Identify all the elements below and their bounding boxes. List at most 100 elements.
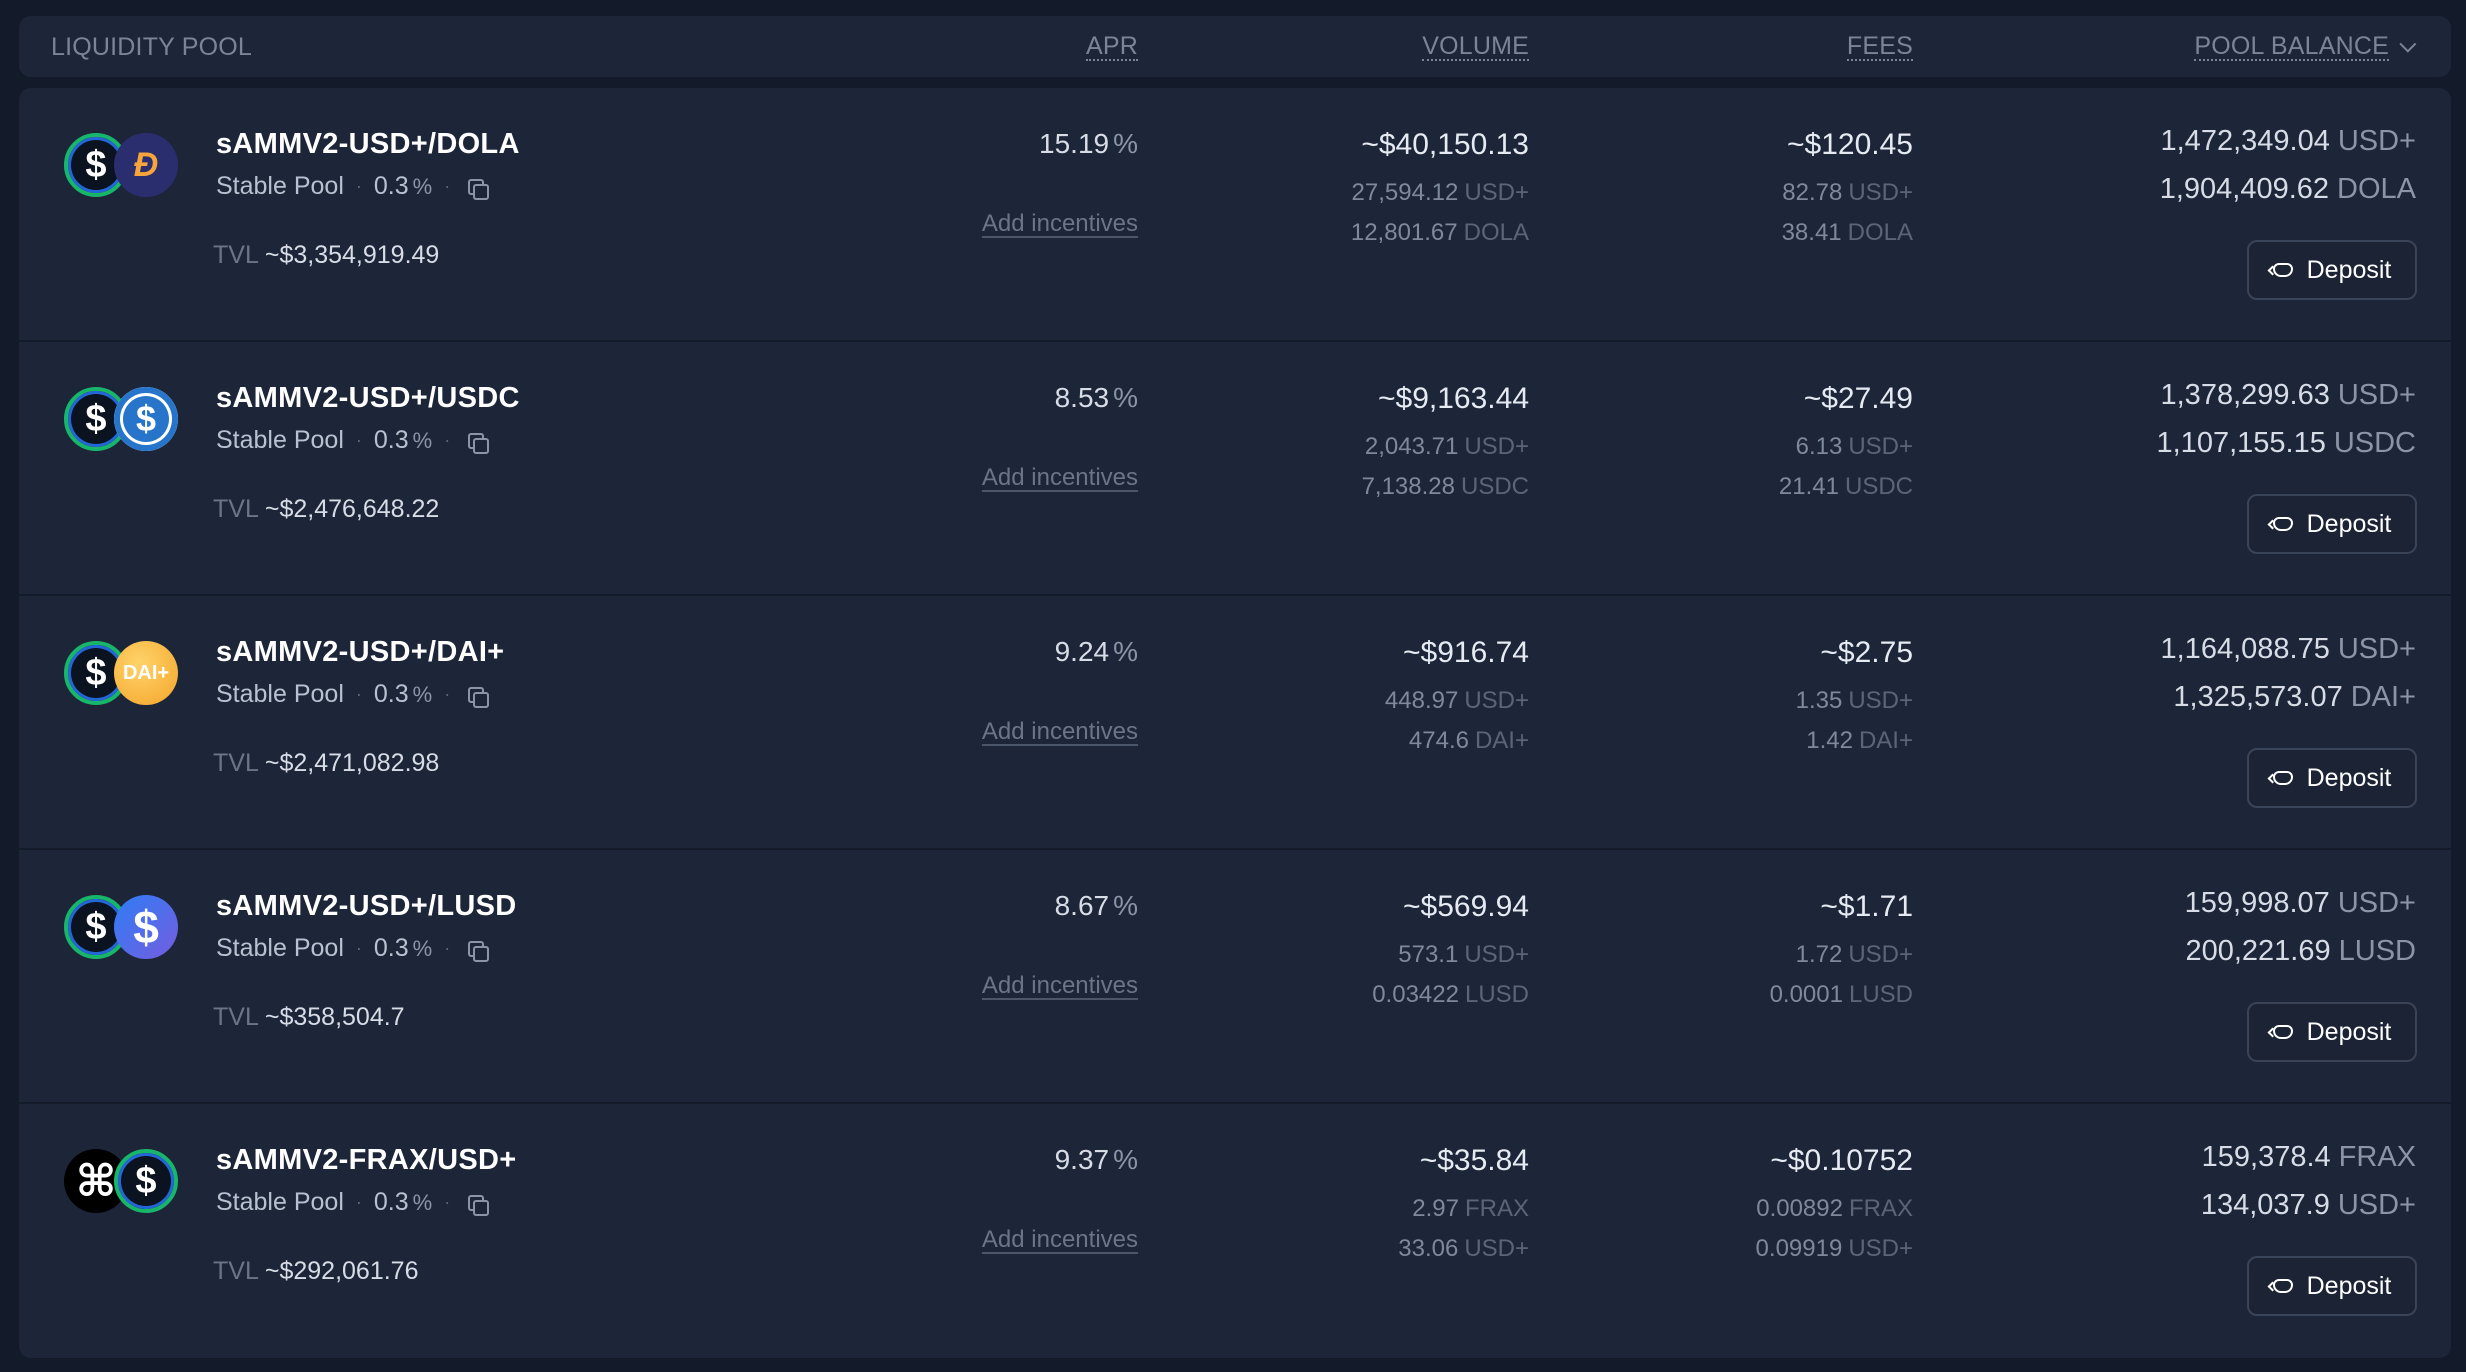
amount: 1.35 xyxy=(1795,687,1843,714)
pool-name[interactable]: sAMMV2-USD+/DAI+ xyxy=(216,636,504,669)
amount: 1,107,155.15 xyxy=(2156,427,2326,459)
pool-apr: 9.24% xyxy=(1055,636,1138,668)
add-incentives-link[interactable]: Add incentives xyxy=(982,210,1138,238)
pool-type: Stable Pool xyxy=(216,172,344,200)
token-pair-icons: $ DAI+ xyxy=(64,641,179,705)
volume-total: ~$35.84 xyxy=(1419,1144,1529,1177)
pool-apr: 9.37% xyxy=(1055,1144,1138,1176)
separator-dot: · xyxy=(444,684,451,704)
apr-unit: % xyxy=(1113,636,1138,667)
copy-icon[interactable] xyxy=(468,940,490,962)
daiplus-icon: DAI+ xyxy=(114,641,178,705)
apr-value: 15.19 xyxy=(1039,128,1110,159)
pool-fee-unit: % xyxy=(412,1189,433,1215)
apr-unit: % xyxy=(1113,890,1138,921)
pool-list: $ Ð sAMMV2-USD+/DOLA Stable Pool · 0.3% … xyxy=(19,88,2451,1358)
token: USD+ xyxy=(2337,887,2416,919)
deposit-icon xyxy=(2272,771,2293,785)
pool-name[interactable]: sAMMV2-USD+/DOLA xyxy=(216,128,520,161)
token: USD+ xyxy=(1464,433,1529,460)
volume-total: ~$9,163.44 xyxy=(1378,382,1529,415)
copy-icon[interactable] xyxy=(468,432,490,454)
amount: 159,378.4 xyxy=(2201,1141,2331,1173)
chevron-down-icon xyxy=(2399,35,2417,53)
volume-token-0: 2,043.71 USD+ xyxy=(1365,433,1529,461)
apr-value: 8.67 xyxy=(1054,890,1110,921)
pool-meta: Stable Pool · 0.3% · xyxy=(216,680,490,709)
apr-unit: % xyxy=(1113,1144,1138,1175)
fees-token-1: 21.41 USDC xyxy=(1779,473,1913,501)
pool-type: Stable Pool xyxy=(216,934,344,962)
add-incentives-link[interactable]: Add incentives xyxy=(982,972,1138,1000)
token: USD+ xyxy=(1848,179,1913,206)
fees-token-0: 1.35 USD+ xyxy=(1796,687,1913,715)
volume-total: ~$40,150.13 xyxy=(1361,128,1529,161)
token: DAI+ xyxy=(1858,727,1913,754)
volume-token-1: 33.06 USD+ xyxy=(1398,1235,1529,1263)
copy-icon[interactable] xyxy=(468,178,490,200)
lusd-icon: $ xyxy=(114,895,178,959)
deposit-button[interactable]: Deposit xyxy=(2247,240,2417,300)
add-incentives-link[interactable]: Add incentives xyxy=(982,464,1138,492)
amount: 1.42 xyxy=(1806,727,1853,754)
pool-type: Stable Pool xyxy=(216,680,344,708)
add-incentives-link[interactable]: Add incentives xyxy=(982,1226,1138,1254)
separator-dot: · xyxy=(355,430,362,450)
pool-name[interactable]: sAMMV2-USD+/LUSD xyxy=(216,890,516,923)
pool-fee: 0.3 xyxy=(373,426,409,454)
separator-dot: · xyxy=(355,176,362,196)
pool-meta: Stable Pool · 0.3% · xyxy=(216,172,490,201)
deposit-button[interactable]: Deposit xyxy=(2247,1002,2417,1062)
token: USD+ xyxy=(1464,1235,1529,1262)
balance-token-0: 1,472,349.04 USD+ xyxy=(2161,125,2417,158)
dola-icon: Ð xyxy=(114,133,178,197)
token-pair-icons: $ $ xyxy=(64,387,179,451)
copy-icon[interactable] xyxy=(468,686,490,708)
pool-type: Stable Pool xyxy=(216,426,344,454)
balance-token-0: 1,378,299.63 USD+ xyxy=(2161,379,2417,412)
volume-token-0: 573.1 USD+ xyxy=(1398,941,1529,969)
header-pool-balance[interactable]: POOL BALANCE xyxy=(2194,33,2417,61)
pool-name[interactable]: sAMMV2-FRAX/USD+ xyxy=(216,1144,516,1177)
volume-total: ~$916.74 xyxy=(1403,636,1529,669)
tvl-value: ~$2,476,648.22 xyxy=(264,495,440,523)
pool-name[interactable]: sAMMV2-USD+/USDC xyxy=(216,382,520,415)
token: DAI+ xyxy=(1474,727,1529,754)
separator-dot: · xyxy=(444,1192,451,1212)
amount: 1,378,299.63 xyxy=(2160,379,2330,411)
separator-dot: · xyxy=(355,938,362,958)
header-volume[interactable]: VOLUME xyxy=(1422,33,1529,61)
balance-token-0: 1,164,088.75 USD+ xyxy=(2161,633,2417,666)
tvl-value: ~$358,504.7 xyxy=(264,1003,405,1031)
amount: 38.41 xyxy=(1781,219,1842,246)
deposit-button[interactable]: Deposit xyxy=(2247,748,2417,808)
token: USD+ xyxy=(2337,125,2416,157)
balance-token-1: 1,107,155.15 USDC xyxy=(2157,427,2417,460)
amount: 1.72 xyxy=(1795,941,1843,968)
table-header: LIQUIDITY POOL APR VOLUME FEES POOL BALA… xyxy=(19,16,2451,77)
header-liquidity-pool: LIQUIDITY POOL xyxy=(51,33,253,61)
apr-value: 9.37 xyxy=(1054,1144,1110,1175)
add-incentives-link[interactable]: Add incentives xyxy=(982,718,1138,746)
amount: 573.1 xyxy=(1398,941,1459,968)
pool-fee: 0.3 xyxy=(373,934,409,962)
fees-token-1: 1.42 DAI+ xyxy=(1806,727,1913,755)
amount: 33.06 xyxy=(1398,1235,1459,1262)
pool-fee: 0.3 xyxy=(373,680,409,708)
amount: 1,904,409.62 xyxy=(2159,173,2330,205)
deposit-button[interactable]: Deposit xyxy=(2247,494,2417,554)
token: DAI+ xyxy=(2350,681,2416,713)
token-pair-icons: ⌘ $ xyxy=(64,1149,179,1213)
fees-token-0: 0.00892 FRAX xyxy=(1756,1195,1913,1223)
amount: 82.78 xyxy=(1782,179,1843,206)
copy-icon[interactable] xyxy=(468,1194,490,1216)
tvl-value: ~$292,061.76 xyxy=(264,1257,419,1285)
header-apr[interactable]: APR xyxy=(1085,33,1138,61)
separator-dot: · xyxy=(444,938,451,958)
tvl-label: TVL xyxy=(213,495,259,523)
deposit-button[interactable]: Deposit xyxy=(2247,1256,2417,1316)
token: LUSD xyxy=(1464,981,1529,1008)
header-fees[interactable]: FEES xyxy=(1846,33,1913,61)
pool-fee-unit: % xyxy=(412,173,433,199)
amount: 7,138.28 xyxy=(1361,473,1455,500)
